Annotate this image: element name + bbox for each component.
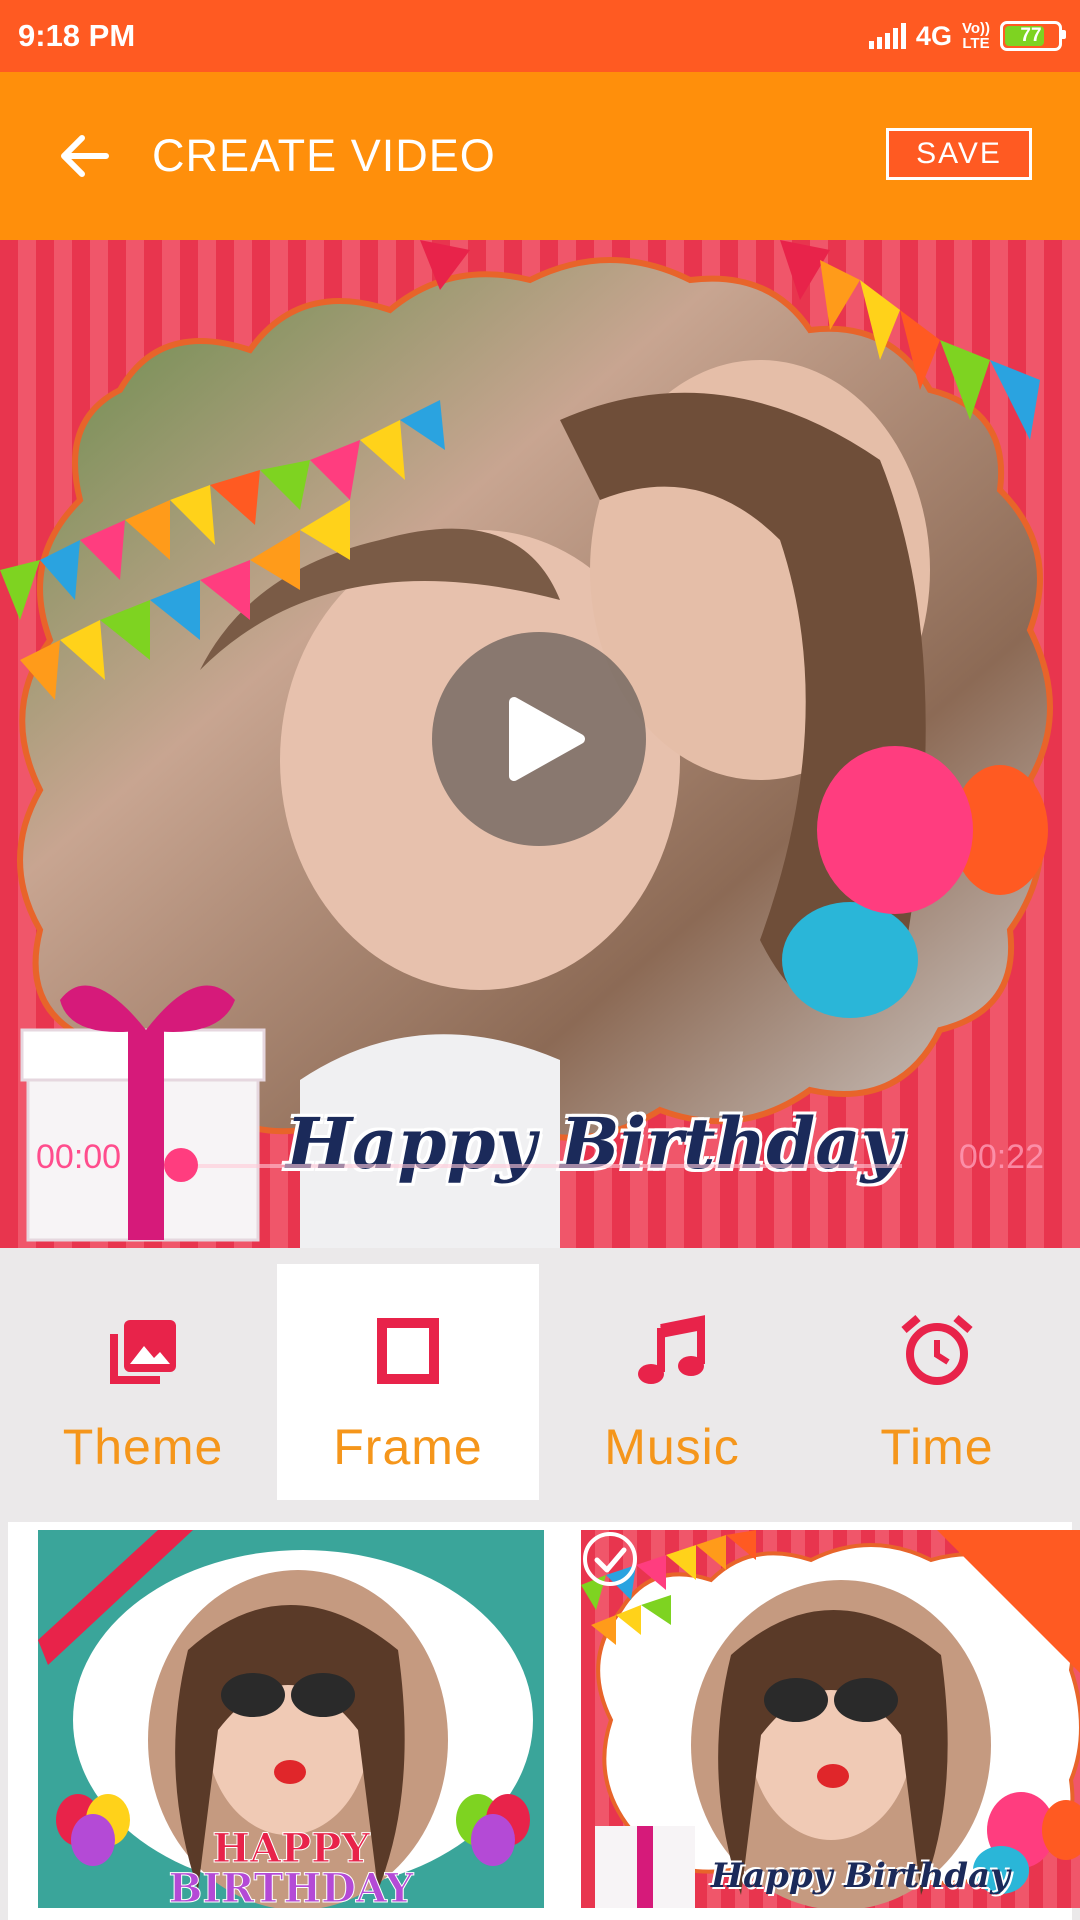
photo-library-icon [110,1320,176,1384]
network-type: 4G [915,20,952,51]
play-icon [509,697,585,781]
save-button[interactable]: SAVE [886,128,1032,180]
alarm-clock-icon [901,1314,973,1385]
frame-text-happy-birthday: Happy Birthday [711,1856,1010,1896]
total-time: 00:22 [958,1138,1044,1176]
battery-icon: 77 [1000,21,1066,51]
tab-time[interactable]: Time [806,1264,1068,1500]
tab-theme[interactable]: Theme [12,1264,274,1500]
tab-label: Time [880,1419,994,1475]
app-bar: CREATE VIDEO SAVE [0,72,1080,240]
page-title: CREATE VIDEO [152,130,496,181]
frame-thumbnail[interactable]: HAPPY BIRTHDAY [38,1530,544,1908]
seek-thumb[interactable] [164,1148,198,1182]
music-note-icon [638,1315,705,1384]
tab-label: Theme [62,1419,224,1475]
battery-level: 77 [1020,25,1042,46]
tab-label: Music [604,1419,740,1475]
status-time: 9:18 PM [18,18,136,53]
current-time: 00:00 [36,1138,122,1176]
play-button[interactable] [432,632,646,846]
frame-icon [377,1318,439,1384]
frame-thumbnail-selected[interactable]: Happy Birthday [581,1530,1080,1908]
status-indicators: 4G Vo)) LTE 77 [868,16,1066,56]
birthday-overlay-text: Happy Birthday [286,1102,902,1185]
signal-icon [868,23,906,49]
tab-music[interactable]: Music [541,1264,803,1500]
seek-bar[interactable] [182,1164,902,1168]
frame-text-happy: HAPPY [212,1825,371,1872]
tab-frame[interactable]: Frame [277,1264,539,1500]
status-bar: 9:18 PM 4G Vo)) LTE 77 [0,0,1080,72]
arrow-left-icon [61,135,109,177]
frame-list: HAPPY BIRTHDAY Happy Birthday [8,1522,1080,1920]
selected-corner [937,1530,1080,1680]
editor-tabs: Theme Frame Music Time [0,1248,1080,1512]
frame-text-birthday: BIRTHDAY [168,1865,414,1908]
video-preview[interactable]: Happy Birthday 00:00 00:22 [0,240,1080,1248]
tab-label: Frame [333,1419,483,1475]
volte-label: Vo)) LTE [961,20,990,52]
check-circle-icon [583,1532,637,1586]
back-button[interactable] [52,124,116,188]
